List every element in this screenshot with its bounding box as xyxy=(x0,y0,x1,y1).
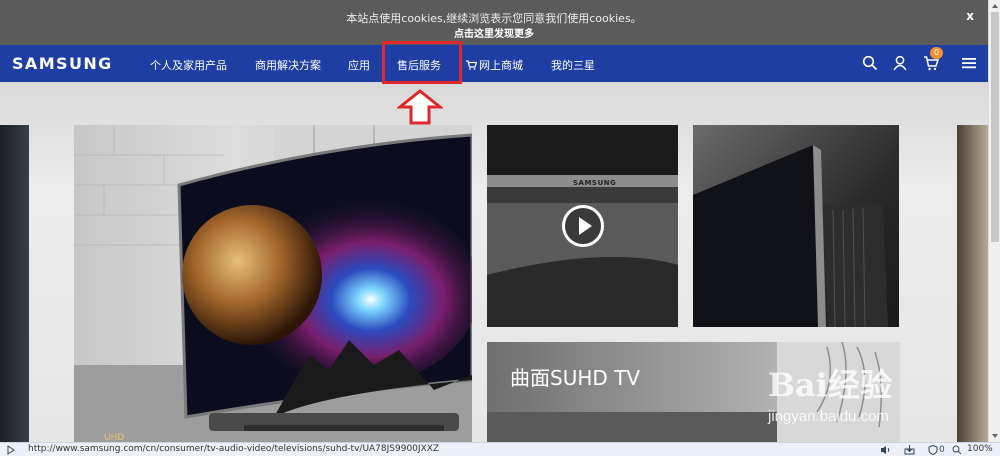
search-icon[interactable] xyxy=(862,55,878,71)
nav-item-apps[interactable]: 应用 xyxy=(348,57,370,73)
baidu-jingyan-watermark: Bai经验 jingyan.baidu.com xyxy=(768,360,946,430)
scroll-up-icon[interactable] xyxy=(991,2,999,10)
nav-item-personal-products[interactable]: 个人及家用产品 xyxy=(150,57,227,73)
vertical-scrollbar[interactable] xyxy=(988,0,1000,442)
cookie-message: 本站点使用cookies,继续浏览表示您同意我们使用cookies。 xyxy=(346,12,642,25)
curved-tv-image xyxy=(74,125,472,442)
samsung-logo[interactable]: SAMSUNG xyxy=(12,54,113,73)
up-arrow-icon xyxy=(397,89,443,125)
main-nav: SAMSUNG 个人及家用产品 商用解决方案 应用 售后服务 网上商城 我的三星 xyxy=(0,45,988,82)
highlight-box xyxy=(382,41,462,84)
gallery-card-video[interactable]: SAMSUNG xyxy=(487,125,678,327)
speaker-icon[interactable] xyxy=(880,445,891,455)
nav-item-my-samsung[interactable]: 我的三星 xyxy=(551,57,595,73)
shield-icon[interactable] xyxy=(928,445,938,455)
gallery-card-tv-side[interactable] xyxy=(693,125,899,327)
gallery-card-right[interactable] xyxy=(957,125,988,442)
browser-status-bar: http://www.samsung.com/cn/consumer/tv-au… xyxy=(0,442,1000,456)
video-brand-label: SAMSUNG xyxy=(573,179,617,187)
page-icon xyxy=(7,445,15,455)
nav-item-online-store-label: 网上商城 xyxy=(479,59,523,72)
store-cart-icon xyxy=(466,60,478,70)
cart-count-badge: 0 xyxy=(930,47,943,59)
zoom-level[interactable]: 100% xyxy=(967,444,993,454)
tv-side-image xyxy=(693,145,888,327)
suhd-tv-title: 曲面SUHD TV xyxy=(510,366,641,390)
main-card-caption: UHD xyxy=(104,433,125,442)
cookie-close-button[interactable]: x xyxy=(966,9,974,23)
gallery-card-curved-tv[interactable]: UHD xyxy=(74,125,472,442)
play-icon[interactable] xyxy=(562,205,604,247)
nav-item-business-solutions[interactable]: 商用解决方案 xyxy=(255,57,321,73)
status-url: http://www.samsung.com/cn/consumer/tv-au… xyxy=(28,444,440,454)
scroll-down-icon[interactable] xyxy=(991,432,999,440)
cookie-bar: 本站点使用cookies,继续浏览表示您同意我们使用cookies。 点击这里发… xyxy=(0,0,988,45)
nav-item-online-store[interactable]: 网上商城 xyxy=(466,57,523,73)
gallery-card-left[interactable] xyxy=(0,125,29,442)
watermark-brand: Bai经验 xyxy=(768,366,892,404)
zoom-icon[interactable] xyxy=(952,445,962,455)
menu-icon[interactable] xyxy=(961,55,977,71)
watermark-site: jingyan.baidu.com xyxy=(768,408,889,425)
cookie-learn-more-link[interactable]: 点击这里发现更多 xyxy=(0,25,988,40)
scroll-thumb[interactable] xyxy=(991,12,999,242)
status-count: 0 xyxy=(939,445,945,455)
user-icon[interactable] xyxy=(892,55,908,71)
download-icon[interactable] xyxy=(904,445,915,455)
